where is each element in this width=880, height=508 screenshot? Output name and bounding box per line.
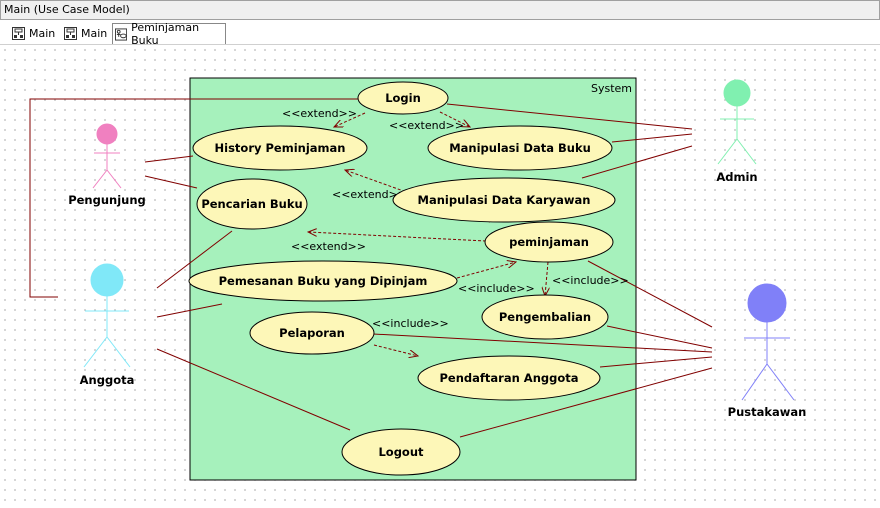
actor-head-icon bbox=[747, 283, 787, 323]
window-title: Main (Use Case Model) bbox=[4, 3, 130, 16]
usecase-pencarian-label: Pencarian Buku bbox=[201, 197, 302, 211]
tab-main-2-label: Main bbox=[81, 26, 108, 40]
actor-pengunjung-label: Pengunjung bbox=[68, 193, 146, 207]
usecase-login-label: Login bbox=[385, 91, 421, 105]
use-case-diagram: System <<extend>> <<extend>> <<extend>> … bbox=[29, 77, 807, 481]
system-label: System bbox=[591, 82, 632, 95]
tab-main-2[interactable]: Main bbox=[62, 23, 109, 43]
actor-pengunjung[interactable]: Pengunjung bbox=[68, 123, 146, 207]
tab-peminjaman-buku-label: Peminjaman Buku bbox=[131, 21, 200, 47]
actor-admin-label: Admin bbox=[716, 170, 757, 184]
usecase-pelaporan-label: Pelaporan bbox=[279, 326, 345, 340]
usecase-logout-label: Logout bbox=[378, 445, 424, 459]
actor-anggota[interactable]: Anggota bbox=[80, 263, 135, 387]
actor-head-icon bbox=[723, 79, 751, 107]
actor-admin[interactable]: Admin bbox=[716, 79, 758, 184]
usecase-pemesanan-label: Pemesanan Buku yang Dipinjam bbox=[219, 274, 428, 288]
usecase-history-peminjaman[interactable]: History Peminjaman bbox=[192, 125, 368, 171]
actor-body-icon bbox=[717, 106, 757, 165]
actor-body-icon bbox=[92, 144, 122, 189]
actor-head-icon bbox=[90, 263, 124, 297]
tab-peminjaman-buku[interactable]: Peminjaman Buku bbox=[112, 21, 226, 47]
usecase-peminjaman[interactable]: peminjaman bbox=[484, 221, 614, 263]
usecase-logout[interactable]: Logout bbox=[341, 428, 461, 476]
include-label: <<include>> bbox=[552, 274, 629, 287]
usecase-pendaftaran-anggota[interactable]: Pendaftaran Anggota bbox=[417, 355, 601, 401]
usecase-manipulasi-buku-label: Manipulasi Data Buku bbox=[449, 141, 591, 155]
usecase-pengembalian-label: Pengembalian bbox=[499, 310, 591, 324]
diagram-canvas[interactable]: System <<extend>> <<extend>> <<extend>> … bbox=[0, 45, 880, 508]
assoc-pengunjung-pencarian bbox=[144, 175, 198, 189]
include-label: <<include>> bbox=[458, 282, 535, 295]
diagram-icon bbox=[12, 26, 25, 40]
actor-body-icon bbox=[83, 296, 131, 368]
actor-anggota-label: Anggota bbox=[80, 373, 135, 387]
extend-label: <<extend>> bbox=[291, 240, 366, 253]
usecase-history-label: History Peminjaman bbox=[215, 141, 346, 155]
assoc-pengunjung-history bbox=[144, 155, 194, 163]
tab-main-1[interactable]: Main bbox=[10, 23, 57, 43]
usecase-pengembalian[interactable]: Pengembalian bbox=[481, 294, 609, 340]
include-label: <<include>> bbox=[372, 317, 449, 330]
usecase-diagram-icon bbox=[115, 27, 128, 41]
diagram-icon bbox=[64, 26, 77, 40]
window-title-bar: Main (Use Case Model) bbox=[0, 0, 880, 20]
extend-label: <<extend>> bbox=[389, 119, 464, 132]
actor-head-icon bbox=[96, 123, 118, 145]
actor-pustakawan[interactable]: Pustakawan bbox=[728, 283, 807, 419]
usecase-login[interactable]: Login bbox=[357, 81, 449, 115]
diagram-tab-bar: Main Main Peminjaman Buku bbox=[0, 20, 880, 47]
actor-pustakawan-label: Pustakawan bbox=[728, 405, 807, 419]
usecase-peminjaman-label: peminjaman bbox=[509, 235, 589, 249]
usecase-pelaporan[interactable]: Pelaporan bbox=[249, 311, 375, 355]
usecase-pemesanan-buku[interactable]: Pemesanan Buku yang Dipinjam bbox=[188, 260, 458, 302]
usecase-pendaftaran-label: Pendaftaran Anggota bbox=[440, 371, 579, 385]
usecase-manipulasi-data-buku[interactable]: Manipulasi Data Buku bbox=[427, 125, 613, 171]
extend-label: <<extend>> bbox=[282, 107, 357, 120]
actor-body-icon bbox=[741, 322, 795, 401]
tab-main-1-label: Main bbox=[29, 26, 56, 40]
usecase-manipulasi-data-karyawan[interactable]: Manipulasi Data Karyawan bbox=[392, 177, 616, 223]
usecase-pencarian-buku[interactable]: Pencarian Buku bbox=[196, 178, 308, 230]
usecase-manipulasi-karyawan-label: Manipulasi Data Karyawan bbox=[418, 193, 591, 207]
